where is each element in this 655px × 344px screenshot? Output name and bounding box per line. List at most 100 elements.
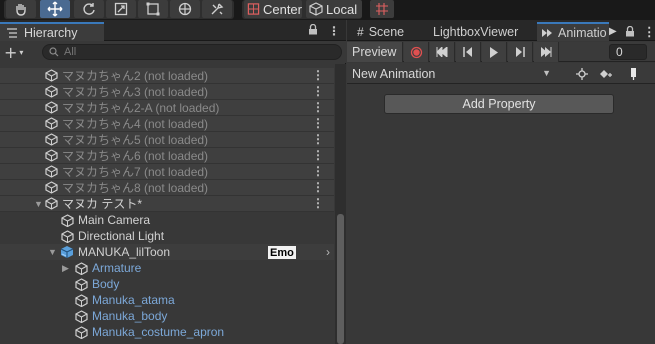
frame-value: 0 <box>616 45 623 59</box>
tab-hierarchy-label: Hierarchy <box>24 25 78 40</box>
kebab-menu-icon[interactable]: ⋮ <box>312 180 324 194</box>
gameobject-cube-icon <box>74 325 88 339</box>
chevron-down-icon: ▾ <box>19 48 24 57</box>
rect-tool-icon[interactable] <box>138 0 168 18</box>
first-keyframe-button[interactable] <box>430 42 455 62</box>
kebab-menu-icon[interactable]: ⋮ <box>312 164 324 178</box>
tab-lightbox-viewer[interactable]: LightboxViewer <box>433 22 518 41</box>
animation-panel: # Scene LightboxViewer Animatio ▶ ⋮ Prev… <box>347 20 655 344</box>
scene-row[interactable]: マヌカちゃん5 (not loaded) ⋮ <box>0 132 334 148</box>
clip-dropdown[interactable]: New Animation ▼ <box>349 65 553 82</box>
hierarchy-search-row: + ▾ All <box>0 41 346 63</box>
next-keyframe-button[interactable] <box>508 42 533 62</box>
prefab-child-row[interactable]: ▶ Armature <box>0 260 334 276</box>
kebab-menu-icon[interactable]: ⋮ <box>312 100 324 114</box>
row-label: マヌカちゃん7 (not loaded) <box>62 165 209 179</box>
prefab-child-row[interactable]: Manuka_atama <box>0 292 334 308</box>
unity-scene-icon <box>44 117 58 131</box>
hierarchy-tree: マヌカちゃん2 (not loaded) ⋮ マヌカちゃん3 (not loaded… <box>0 64 334 344</box>
hand-tool-icon[interactable] <box>6 0 36 18</box>
kebab-menu-icon[interactable]: ⋮ <box>312 196 324 210</box>
clip-name: New Animation <box>352 66 436 81</box>
row-label: マヌカ テスト* <box>62 197 143 211</box>
emo-badge[interactable]: Emo <box>268 246 296 259</box>
hierarchy-tab-actions: ⋮ <box>308 23 340 38</box>
gameobject-cube-icon <box>74 293 88 307</box>
kebab-menu-icon[interactable]: ⋮ <box>312 68 324 82</box>
space-label: Local <box>326 1 358 17</box>
record-button[interactable] <box>404 42 429 62</box>
scene-row[interactable]: マヌカちゃん3 (not loaded) ⋮ <box>0 84 334 100</box>
space-toggle-button[interactable]: Local <box>306 0 362 18</box>
preview-toggle[interactable]: Preview <box>347 42 403 62</box>
scene-row[interactable]: ▼ マヌカ テスト* ⋮ <box>0 196 334 212</box>
tab-animation[interactable]: Animatio <box>537 22 609 41</box>
expand-arrow-icon[interactable]: ▼ <box>34 199 43 209</box>
unity-scene-icon <box>44 197 58 211</box>
lock-icon[interactable] <box>308 23 318 38</box>
prefab-icon <box>60 245 74 259</box>
gameobject-row[interactable]: Main Camera <box>0 212 334 228</box>
tab-animation-label: Animatio <box>558 25 607 40</box>
preview-label: Preview <box>352 45 397 59</box>
record-icon <box>410 46 422 58</box>
prefab-root-row[interactable]: ▼ MANUKA_lilToon Emo › <box>0 244 334 260</box>
tab-scene-label: Scene <box>368 24 405 39</box>
scene-row[interactable]: マヌカちゃん6 (not loaded) ⋮ <box>0 148 334 164</box>
row-label: マヌカちゃん6 (not loaded) <box>62 149 209 163</box>
hierarchy-scrollbar[interactable] <box>335 64 346 344</box>
scene-row[interactable]: マヌカちゃん7 (not loaded) ⋮ <box>0 164 334 180</box>
transform-tool-icon[interactable] <box>170 0 200 18</box>
custom-tool-icon[interactable] <box>202 0 232 18</box>
frame-field[interactable]: 0 <box>609 44 647 60</box>
kebab-menu-icon[interactable]: ⋮ <box>312 148 324 162</box>
scene-row[interactable]: マヌカちゃん2 (not loaded) ⋮ <box>0 68 334 84</box>
search-icon <box>49 47 59 57</box>
last-keyframe-button[interactable] <box>534 42 559 62</box>
grid-snap-icon[interactable] <box>370 0 394 18</box>
row-label: マヌカちゃん3 (not loaded) <box>62 85 209 99</box>
unity-scene-icon <box>44 133 58 147</box>
kebab-menu-icon[interactable]: ⋮ <box>643 22 655 41</box>
prev-keyframe-button[interactable] <box>456 42 481 62</box>
prefab-child-row[interactable]: Manuka_body <box>0 308 334 324</box>
event-marker-icon[interactable] <box>623 65 645 82</box>
add-event-icon[interactable] <box>595 65 617 82</box>
tab-hierarchy[interactable]: Hierarchy <box>0 22 104 41</box>
row-label: MANUKA_lilToon <box>78 245 171 259</box>
unity-scene-icon <box>44 149 58 163</box>
scene-grid-icon: # <box>357 24 364 39</box>
move-tool-icon[interactable] <box>40 0 70 18</box>
play-icon <box>490 46 498 58</box>
expand-arrow-icon[interactable]: ▶ <box>62 263 69 274</box>
scene-row[interactable]: マヌカちゃん2-A (not loaded) ⋮ <box>0 100 334 116</box>
hierarchy-list-icon <box>7 27 17 38</box>
tabs-overflow-arrow-icon[interactable]: ▶ <box>609 22 617 41</box>
row-label: マヌカちゃん8 (not loaded) <box>62 181 209 195</box>
play-button[interactable] <box>482 42 507 62</box>
add-property-button[interactable]: Add Property <box>384 94 614 114</box>
animation-toolbar: Preview 0 <box>347 42 655 62</box>
scale-tool-icon[interactable] <box>106 0 136 18</box>
kebab-menu-icon[interactable]: ⋮ <box>328 24 340 38</box>
kebab-menu-icon[interactable]: ⋮ <box>312 116 324 130</box>
gameobject-row[interactable]: Directional Light <box>0 228 334 244</box>
lock-icon[interactable] <box>625 22 635 41</box>
prefab-child-row[interactable]: Body <box>0 276 334 292</box>
chevron-right-icon[interactable]: › <box>326 245 330 259</box>
search-placeholder: All <box>64 46 77 58</box>
scene-row[interactable]: マヌカちゃん8 (not loaded) ⋮ <box>0 180 334 196</box>
pivot-toggle-button[interactable]: Center <box>244 0 302 18</box>
create-button[interactable]: + ▾ <box>4 43 23 62</box>
scene-row[interactable]: マヌカちゃん4 (not loaded) ⋮ <box>0 116 334 132</box>
kebab-menu-icon[interactable]: ⋮ <box>312 132 324 146</box>
prefab-child-row[interactable]: Manuka_costume_apron <box>0 324 334 340</box>
scrollbar-thumb[interactable] <box>337 214 344 344</box>
rotate-tool-icon[interactable] <box>74 0 104 18</box>
hierarchy-search-input[interactable]: All <box>42 44 342 60</box>
expand-arrow-icon[interactable]: ▼ <box>48 247 57 257</box>
row-label: Main Camera <box>78 213 151 227</box>
kebab-menu-icon[interactable]: ⋮ <box>312 84 324 98</box>
add-keyframe-icon[interactable] <box>571 65 593 82</box>
tab-scene[interactable]: # Scene <box>357 22 404 41</box>
